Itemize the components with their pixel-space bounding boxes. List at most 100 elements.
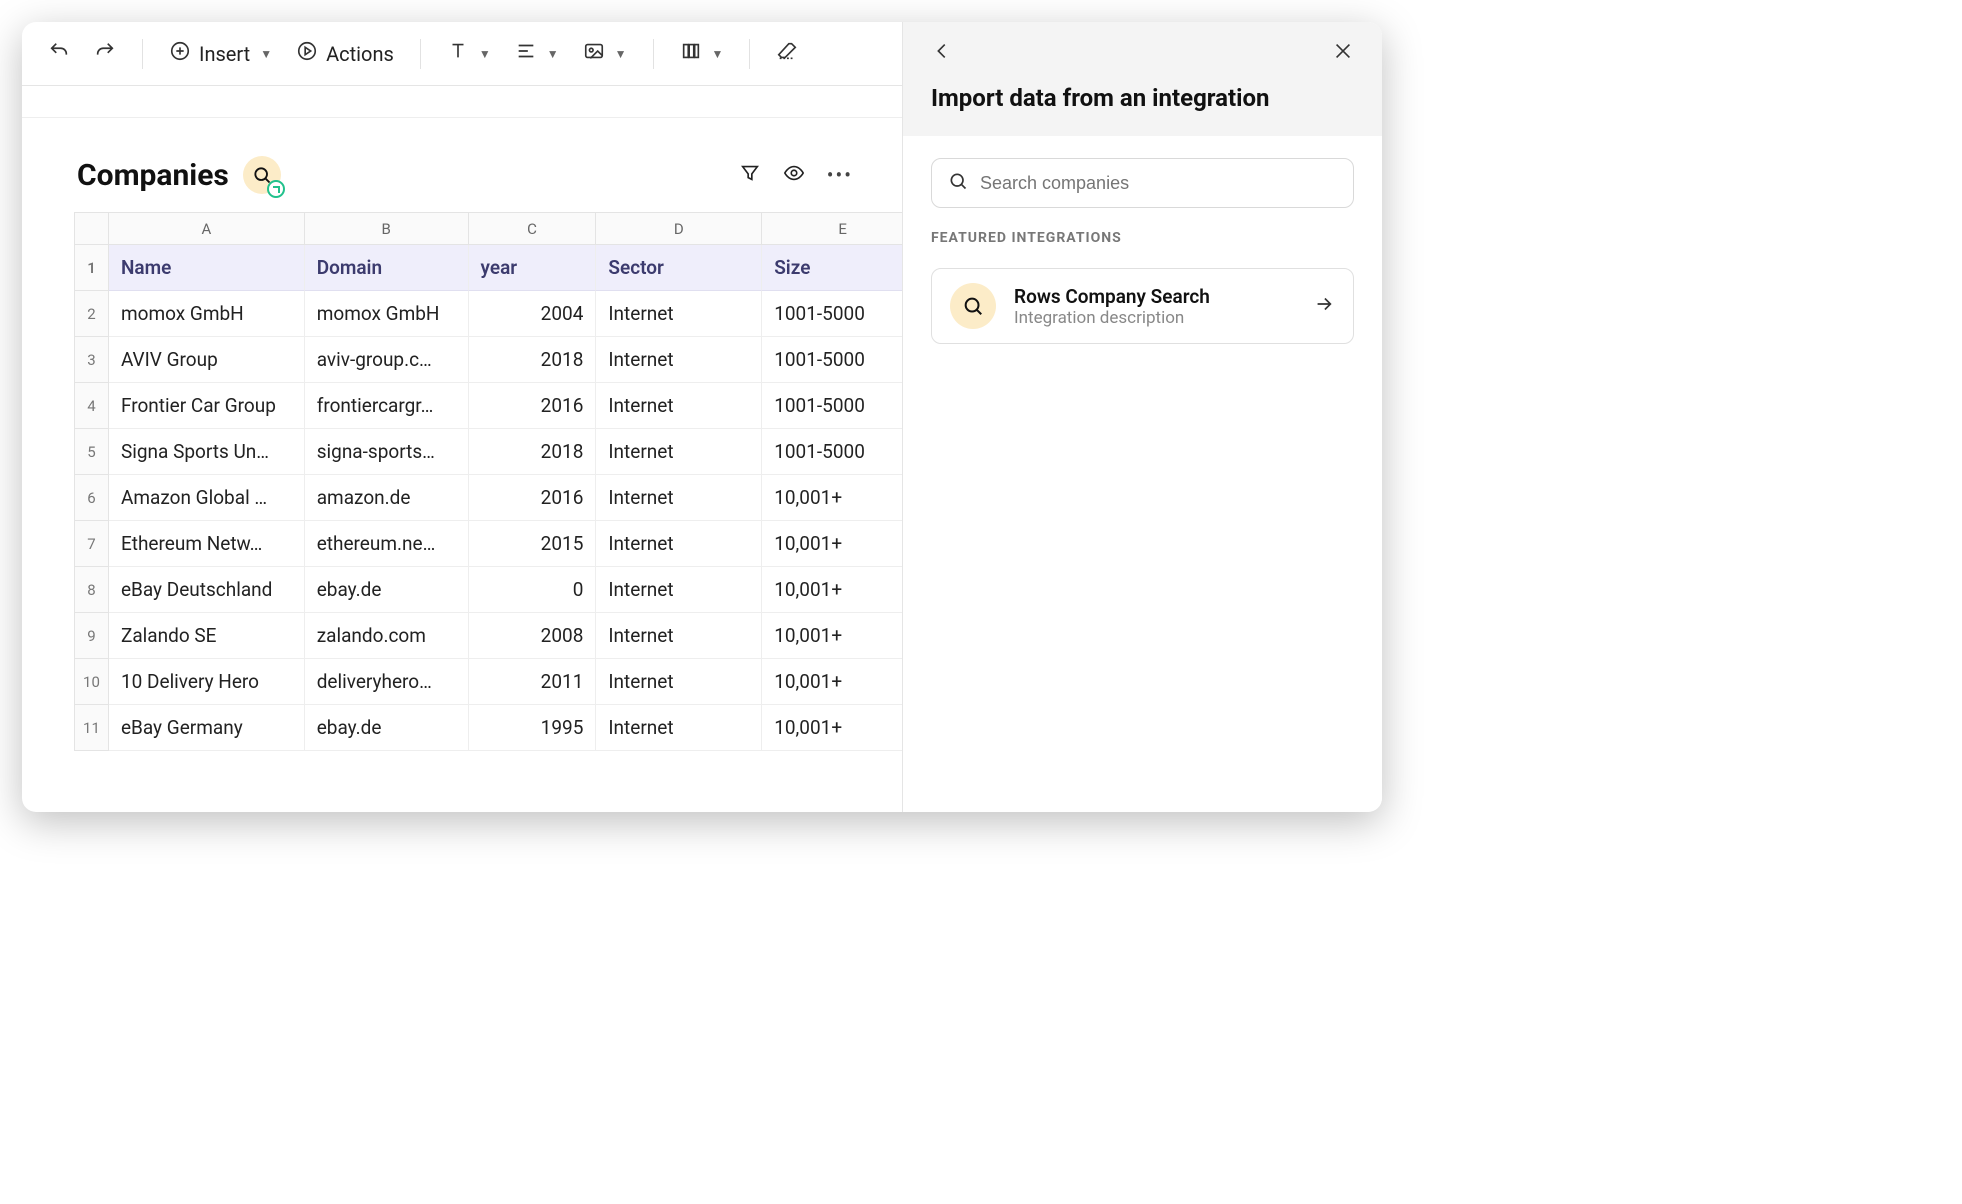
- cell[interactable]: AVIV Group: [109, 337, 305, 383]
- cell[interactable]: Frontier Car Group: [109, 383, 305, 429]
- table-row: 4 Frontier Car Group frontiercargr… 2016…: [75, 383, 902, 429]
- header-cell[interactable]: Domain: [305, 245, 469, 291]
- row-number[interactable]: 2: [75, 291, 109, 337]
- col-header[interactable]: C: [469, 213, 597, 245]
- cell[interactable]: Internet: [596, 521, 762, 567]
- row-number[interactable]: 3: [75, 337, 109, 383]
- cell[interactable]: Ethereum Netw…: [109, 521, 305, 567]
- arrow-right-icon: [1313, 293, 1335, 319]
- toolbar-separator: [142, 39, 143, 69]
- cell[interactable]: aviv-group.c…: [305, 337, 469, 383]
- columns-button[interactable]: ▼: [672, 34, 732, 73]
- grid-corner[interactable]: [75, 213, 109, 245]
- cell[interactable]: 2016: [469, 383, 597, 429]
- row-number[interactable]: 6: [75, 475, 109, 521]
- cell[interactable]: 2008: [469, 613, 597, 659]
- filter-button[interactable]: [739, 162, 761, 188]
- cell[interactable]: amazon.de: [305, 475, 469, 521]
- row-number[interactable]: 11: [75, 705, 109, 751]
- header-cell[interactable]: Size: [762, 245, 902, 291]
- align-button[interactable]: ▼: [507, 34, 567, 73]
- undo-button[interactable]: [40, 34, 78, 73]
- cell[interactable]: 0: [469, 567, 597, 613]
- col-header[interactable]: A: [109, 213, 305, 245]
- col-header[interactable]: D: [596, 213, 762, 245]
- row-number[interactable]: 7: [75, 521, 109, 567]
- row-number[interactable]: 8: [75, 567, 109, 613]
- cell[interactable]: Internet: [596, 337, 762, 383]
- close-button[interactable]: [1332, 40, 1354, 66]
- visibility-button[interactable]: [783, 162, 805, 188]
- cell[interactable]: Internet: [596, 383, 762, 429]
- cell[interactable]: 10,001+: [762, 613, 902, 659]
- image-button[interactable]: ▼: [575, 34, 635, 73]
- cell[interactable]: Amazon Global …: [109, 475, 305, 521]
- cell[interactable]: ebay.de: [305, 705, 469, 751]
- col-header[interactable]: B: [305, 213, 469, 245]
- text-format-button[interactable]: ▼: [439, 34, 499, 73]
- cell[interactable]: 2015: [469, 521, 597, 567]
- cell[interactable]: 1001-5000: [762, 383, 902, 429]
- cell[interactable]: frontiercargr…: [305, 383, 469, 429]
- row-number[interactable]: 9: [75, 613, 109, 659]
- cell[interactable]: 10,001+: [762, 659, 902, 705]
- cell[interactable]: 10,001+: [762, 705, 902, 751]
- row-number[interactable]: 10: [75, 659, 109, 705]
- integration-card[interactable]: Rows Company Search Integration descript…: [931, 268, 1354, 344]
- redo-button[interactable]: [86, 34, 124, 73]
- chevron-down-icon: ▼: [547, 47, 559, 61]
- cell[interactable]: 10,001+: [762, 475, 902, 521]
- actions-button[interactable]: Actions: [288, 34, 402, 73]
- cell[interactable]: Internet: [596, 659, 762, 705]
- company-search-badge[interactable]: [243, 156, 281, 194]
- data-grid[interactable]: A B C D E 1 Name Domain year Sector Size…: [74, 212, 902, 751]
- header-cell[interactable]: Sector: [596, 245, 762, 291]
- search-field[interactable]: [931, 158, 1354, 208]
- row-number[interactable]: 1: [75, 245, 109, 291]
- cell[interactable]: zalando.com: [305, 613, 469, 659]
- cell[interactable]: ebay.de: [305, 567, 469, 613]
- cell[interactable]: 1001-5000: [762, 291, 902, 337]
- header-cell[interactable]: Name: [109, 245, 305, 291]
- cell[interactable]: Internet: [596, 475, 762, 521]
- cell[interactable]: 2011: [469, 659, 597, 705]
- insert-button[interactable]: Insert ▼: [161, 34, 280, 73]
- cell[interactable]: 10,001+: [762, 521, 902, 567]
- cell[interactable]: 10 Delivery Hero: [109, 659, 305, 705]
- cell[interactable]: eBay Deutschland: [109, 567, 305, 613]
- sidebar-body: FEATURED INTEGRATIONS Rows Company Searc…: [903, 136, 1382, 366]
- row-number[interactable]: 4: [75, 383, 109, 429]
- row-number[interactable]: 5: [75, 429, 109, 475]
- cell[interactable]: Internet: [596, 613, 762, 659]
- cell[interactable]: Internet: [596, 567, 762, 613]
- cell[interactable]: signa-sports…: [305, 429, 469, 475]
- header-cell[interactable]: year: [469, 245, 597, 291]
- formula-input[interactable]: [46, 93, 878, 110]
- cell[interactable]: ethereum.ne…: [305, 521, 469, 567]
- integration-search-icon: [950, 283, 996, 329]
- col-header[interactable]: E: [762, 213, 902, 245]
- erase-button[interactable]: [768, 34, 806, 73]
- cell[interactable]: Internet: [596, 705, 762, 751]
- sheet-title: Companies: [77, 158, 229, 193]
- cell[interactable]: 2004: [469, 291, 597, 337]
- cell[interactable]: Zalando SE: [109, 613, 305, 659]
- cell[interactable]: 2018: [469, 337, 597, 383]
- cell[interactable]: deliveryhero…: [305, 659, 469, 705]
- cell[interactable]: 1001-5000: [762, 337, 902, 383]
- more-button[interactable]: •••: [827, 163, 853, 187]
- cell[interactable]: 1001-5000: [762, 429, 902, 475]
- cell[interactable]: momox GmbH: [305, 291, 469, 337]
- cell[interactable]: 2018: [469, 429, 597, 475]
- search-input[interactable]: [980, 173, 1337, 194]
- cell[interactable]: 1995: [469, 705, 597, 751]
- cell[interactable]: Internet: [596, 429, 762, 475]
- cell[interactable]: Internet: [596, 291, 762, 337]
- cell[interactable]: 10,001+: [762, 567, 902, 613]
- cell[interactable]: 2016: [469, 475, 597, 521]
- cell[interactable]: momox GmbH: [109, 291, 305, 337]
- cell[interactable]: Signa Sports Un…: [109, 429, 305, 475]
- formula-bar: [22, 86, 902, 118]
- back-button[interactable]: [931, 40, 953, 66]
- cell[interactable]: eBay Germany: [109, 705, 305, 751]
